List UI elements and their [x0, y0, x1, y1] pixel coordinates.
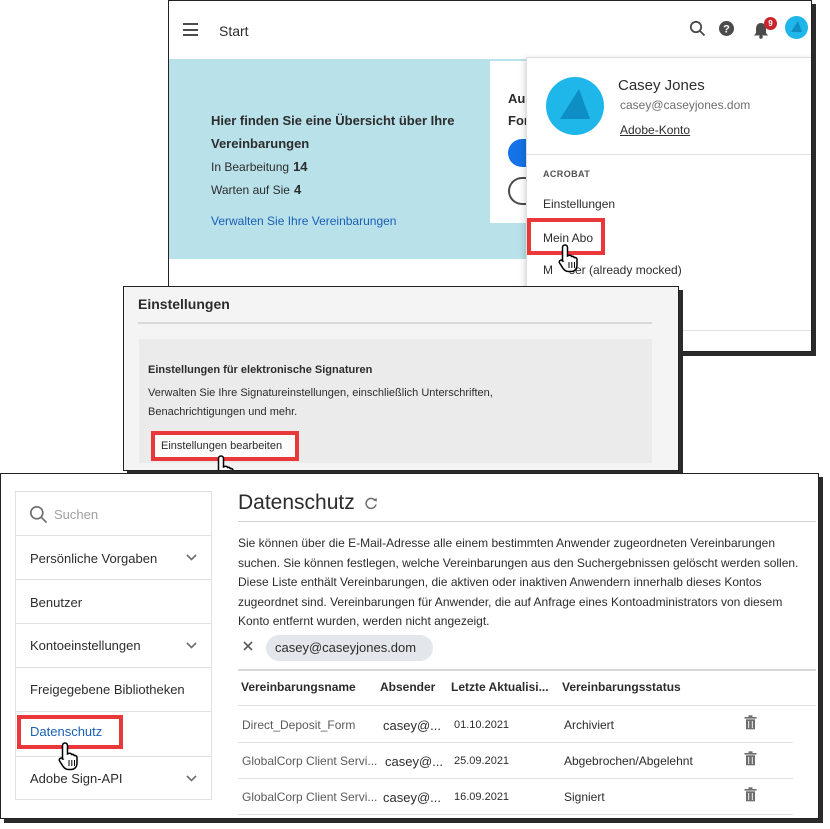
- cell-date: 25.09.2021: [454, 755, 510, 767]
- trash-icon[interactable]: [744, 715, 757, 730]
- privacy-panel: Suchen Persönliche Vorgaben Benutzer Kon…: [0, 473, 819, 819]
- avatar-button[interactable]: [785, 16, 808, 39]
- cell-sender: casey@...: [385, 754, 443, 769]
- cell-status: Abgebrochen/Abgelehnt: [564, 754, 693, 768]
- help-icon[interactable]: ?: [718, 20, 735, 37]
- hand-cursor-icon: [558, 244, 578, 273]
- notification-badge: 9: [764, 17, 777, 30]
- divider: [238, 669, 816, 671]
- waiting-stat: Warten auf Sie 4: [211, 182, 302, 197]
- privacy-description: Sie können über die E-Mail-Adresse alle …: [238, 536, 799, 628]
- email-filter-chip[interactable]: casey@caseyjones.dom: [266, 635, 433, 661]
- user-email: casey@caseyjones.dom: [620, 98, 751, 112]
- column-header-last-updated[interactable]: Letzte Aktualisi...: [451, 680, 549, 694]
- cell-name: GlobalCorp Client Servi...: [242, 790, 378, 804]
- table-row[interactable]: GlobalCorp Client Servi... casey@... 16.…: [238, 779, 793, 815]
- sidebar-item-account-settings[interactable]: Kontoeinstellungen: [16, 624, 211, 668]
- card-title: Einstellungen für elektronische Signatur…: [148, 364, 373, 376]
- settings-sidebar: Suchen Persönliche Vorgaben Benutzer Kon…: [15, 491, 212, 800]
- manage-agreements-link[interactable]: Verwalten Sie Ihre Vereinbarungen: [211, 214, 396, 228]
- user-name: Casey Jones: [618, 77, 705, 94]
- email-filter-value: casey@caseyjones.dom: [275, 640, 417, 655]
- cell-date: 16.09.2021: [454, 791, 510, 803]
- sidebar-search[interactable]: Suchen: [16, 492, 211, 536]
- chevron-down-icon: [186, 554, 197, 561]
- sidebar-item-label: Benutzer: [30, 595, 83, 610]
- settings-panel: Einstellungen Einstellungen für elektron…: [123, 286, 679, 471]
- divider: [138, 322, 652, 324]
- hand-cursor-icon: [217, 455, 234, 470]
- menu-section-label: ACROBAT: [543, 169, 591, 179]
- menu-item-settings[interactable]: Einstellungen: [543, 197, 615, 211]
- cell-date: 01.10.2021: [454, 719, 510, 731]
- card-description: Verwalten Sie Ihre Signatureinstellungen…: [148, 387, 493, 418]
- column-header-name[interactable]: Vereinbarungsname: [241, 680, 356, 694]
- overview-title: Hier finden Sie eine Übersicht über Ihre…: [211, 113, 455, 151]
- trash-icon[interactable]: [744, 751, 757, 766]
- cell-status: Signiert: [564, 790, 605, 804]
- e-signature-settings-card: Einstellungen für elektronische Signatur…: [139, 339, 652, 463]
- sidebar-item-label: Persönliche Vorgaben: [30, 551, 158, 566]
- in-progress-stat: In Bearbeitung 14: [211, 159, 308, 174]
- trash-icon[interactable]: [744, 787, 757, 802]
- sidebar-item-label-active[interactable]: Datenschutz: [30, 724, 102, 739]
- cell-name: GlobalCorp Client Servi...: [242, 754, 378, 768]
- adobe-account-link[interactable]: Adobe-Konto: [620, 123, 690, 137]
- column-header-sender[interactable]: Absender: [380, 680, 435, 694]
- chevron-down-icon: [186, 775, 197, 782]
- menu-icon[interactable]: [183, 23, 198, 36]
- search-icon: [29, 505, 48, 524]
- column-header-status[interactable]: Vereinbarungsstatus: [562, 680, 681, 694]
- hand-cursor-icon: [58, 742, 78, 771]
- sidebar-item-users[interactable]: Benutzer: [16, 580, 211, 624]
- page-title: Datenschutz: [238, 491, 355, 514]
- table-row[interactable]: Direct_Deposit_Form casey@... 01.10.2021…: [238, 707, 793, 743]
- search-input[interactable]: Suchen: [54, 507, 98, 522]
- sidebar-item-label: Freigegebene Bibliotheken: [30, 682, 185, 697]
- chevron-down-icon: [186, 642, 197, 649]
- table-row[interactable]: GlobalCorp Client Servi... casey@... 25.…: [238, 743, 793, 779]
- sidebar-item-sign-api[interactable]: Adobe Sign-API: [16, 757, 211, 801]
- divider: [238, 705, 816, 706]
- settings-title: Einstellungen: [138, 296, 230, 312]
- search-icon[interactable]: [689, 20, 706, 37]
- sidebar-item-label: Adobe Sign-API: [30, 771, 123, 786]
- divider: [527, 154, 811, 155]
- cell-sender: casey@...: [383, 790, 441, 805]
- cell-sender: casey@...: [383, 718, 441, 733]
- sidebar-item-label: Kontoeinstellungen: [30, 638, 141, 653]
- svg-text:?: ?: [723, 24, 730, 36]
- close-icon[interactable]: [243, 641, 253, 651]
- edit-settings-label: Einstellungen bearbeiten: [161, 440, 283, 452]
- cell-status: Archiviert: [564, 718, 615, 732]
- sidebar-item-shared-libraries[interactable]: Freigegebene Bibliotheken: [16, 668, 211, 712]
- top-bar: Start ? 9: [169, 1, 811, 59]
- refresh-icon[interactable]: [364, 496, 378, 510]
- sidebar-item-personal-preferences[interactable]: Persönliche Vorgaben: [16, 536, 211, 580]
- page-title: Start: [219, 23, 249, 39]
- cell-name: Direct_Deposit_Form: [242, 718, 356, 732]
- avatar: [546, 77, 604, 135]
- divider: [238, 521, 816, 522]
